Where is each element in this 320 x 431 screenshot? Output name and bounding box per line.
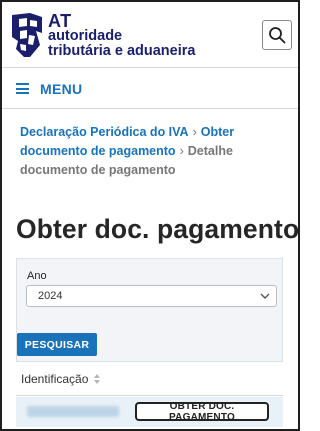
year-field-label: Ano xyxy=(27,270,47,282)
breadcrumb-item-iva[interactable]: Declaração Periódica do IVA xyxy=(20,125,189,139)
sort-icon[interactable] xyxy=(93,373,101,385)
chevron-down-icon xyxy=(260,293,270,299)
column-header-identificacao[interactable]: Identificação xyxy=(21,372,88,386)
site-header: AT autoridade tributária e aduaneira xyxy=(2,2,298,68)
breadcrumb-separator: › xyxy=(192,125,197,139)
year-select[interactable]: 2024 xyxy=(26,285,277,307)
page-title: Obter doc. pagamento xyxy=(16,214,300,244)
search-submit-button[interactable]: PESQUISAR xyxy=(17,333,97,356)
breadcrumb-separator: › xyxy=(179,144,184,158)
at-logo-icon[interactable] xyxy=(10,11,44,61)
brand-line-1: autoridade xyxy=(48,28,123,44)
search-icon xyxy=(269,27,286,44)
get-payment-document-button[interactable]: OBTER DOC. PAGAMENTO xyxy=(135,401,269,423)
menu-label: MENU xyxy=(40,80,83,97)
table-header: Identificação xyxy=(16,363,283,396)
year-select-value: 2024 xyxy=(38,290,63,302)
hamburger-icon xyxy=(16,83,29,94)
brand-line-2: tributária e aduaneira xyxy=(48,43,196,59)
row-identification-redacted xyxy=(27,406,119,417)
table-row: OBTER DOC. PAGAMENTO xyxy=(16,397,283,427)
brand-name: AT autoridade tributária e aduaneira xyxy=(48,11,196,59)
breadcrumb: Declaração Periódica do IVA › Obter docume… xyxy=(20,123,282,180)
menu-toggle[interactable]: MENU xyxy=(2,69,298,109)
page-frame: AT autoridade tributária e aduaneira MEN… xyxy=(0,0,300,431)
search-button[interactable] xyxy=(262,20,292,50)
brand-at: AT xyxy=(48,11,72,31)
